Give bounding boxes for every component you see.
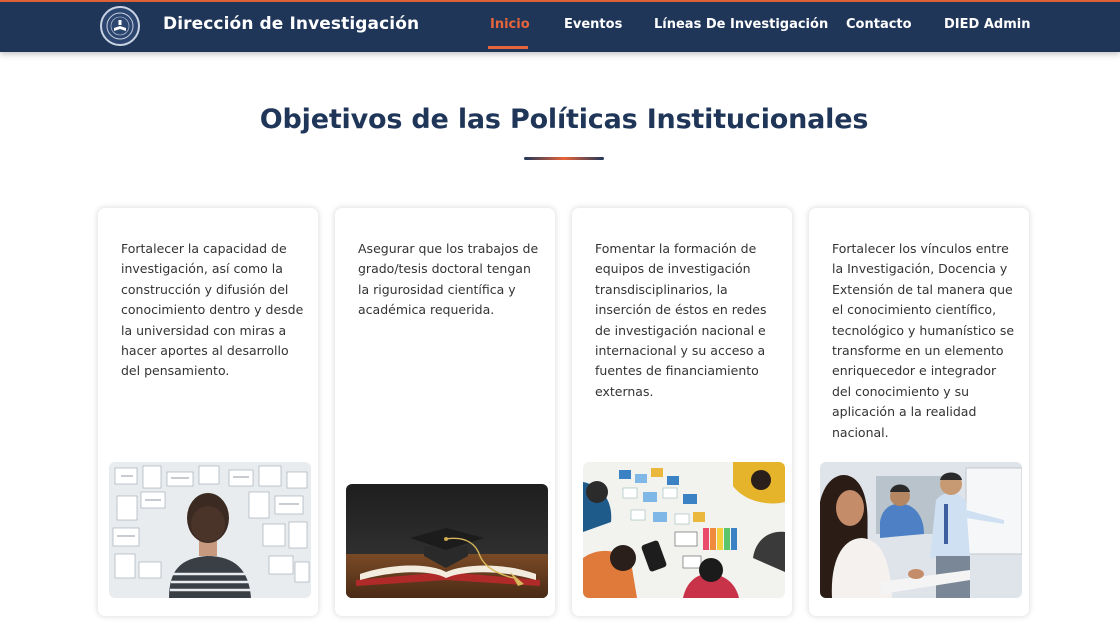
objective-text-4: Fortalecer los vínculos entre la Investi… — [832, 241, 1015, 440]
nav-inicio[interactable]: Inicio — [490, 17, 530, 32]
objective-text-2: Asegurar que los trabajos de grado/tesis… — [358, 241, 539, 318]
objective-card-1: Fortalecer la capacidad de investigación… — [97, 207, 319, 617]
graduation-cap-on-book-photo — [346, 484, 548, 598]
objective-card-4: Fortalecer los vínculos entre la Investi… — [808, 207, 1030, 617]
university-seal-icon[interactable] — [100, 6, 140, 46]
objective-text-1: Fortalecer la capacidad de investigación… — [121, 241, 304, 379]
brand-title[interactable]: Dirección de Investigación — [163, 14, 419, 34]
objective-card-3: Fomentar la formación de equipos de inve… — [571, 207, 793, 617]
nav-died-admin[interactable]: DIED Admin — [944, 17, 1030, 32]
team-planning-table-photo — [583, 462, 785, 598]
classroom-teacher-photo — [820, 462, 1022, 598]
nav-eventos[interactable]: Eventos — [564, 17, 622, 32]
section-title: Objetivos de las Políticas Institucional… — [259, 104, 869, 135]
objective-text-3: Fomentar la formación de equipos de inve… — [595, 241, 767, 399]
active-nav-indicator — [488, 46, 528, 49]
nav-contacto[interactable]: Contacto — [846, 17, 912, 32]
navbar: Dirección de Investigación Inicio Evento… — [0, 2, 1120, 52]
nav-lineas-de-investigacion[interactable]: Líneas De Investigación — [654, 17, 828, 32]
title-divider — [524, 157, 604, 160]
objective-card-2: Asegurar que los trabajos de grado/tesis… — [334, 207, 556, 617]
student-at-research-board-photo — [109, 462, 311, 598]
